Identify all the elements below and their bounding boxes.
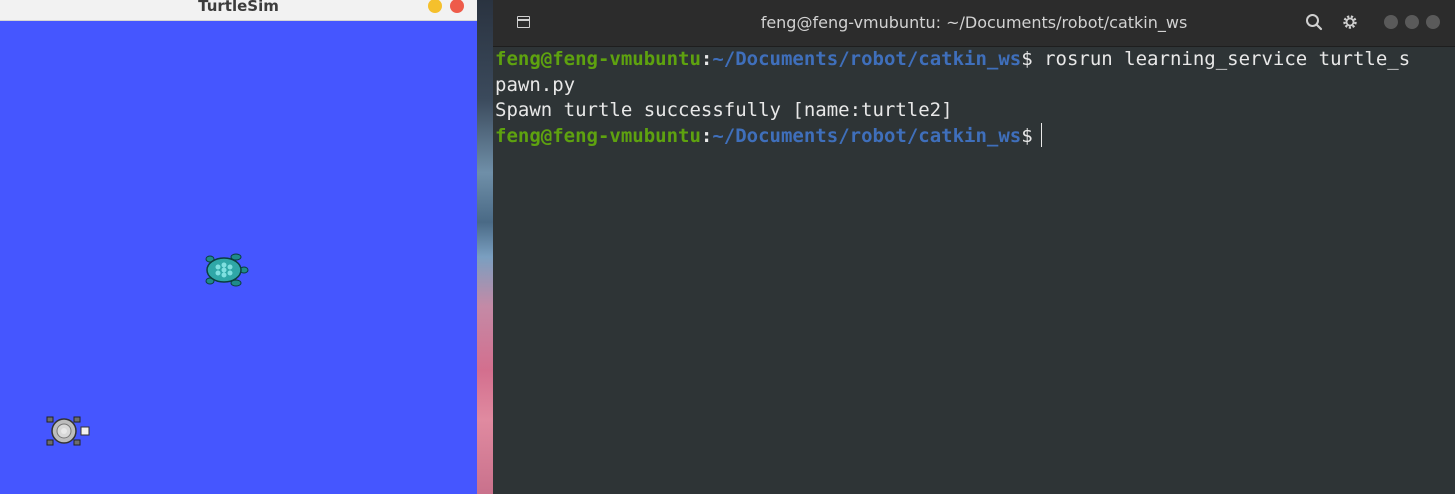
turtlesim-window: TurtleSim bbox=[0, 0, 477, 494]
prompt-dollar: $ bbox=[1021, 48, 1033, 70]
search-icon[interactable] bbox=[1304, 12, 1324, 32]
output-text: pawn.py bbox=[495, 73, 576, 96]
prompt-user: feng@feng-vmubuntu bbox=[495, 48, 701, 70]
prompt-dollar: $ bbox=[1021, 125, 1033, 147]
prompt-user: feng@feng-vmubuntu bbox=[495, 125, 701, 147]
text-cursor bbox=[1040, 122, 1043, 147]
terminal-output[interactable]: feng@feng-vmubuntu:~/Documents/robot/cat… bbox=[493, 47, 1455, 494]
prompt-colon: : bbox=[700, 125, 713, 147]
prompt-colon: : bbox=[700, 48, 713, 70]
close-button[interactable] bbox=[1426, 15, 1440, 29]
minimize-button[interactable] bbox=[1384, 15, 1398, 29]
prompt-path: ~/Documents/robot/catkin_ws bbox=[712, 125, 1022, 147]
turtle-teal-icon bbox=[205, 253, 249, 287]
terminal-line: Spawn turtle successfully [name:turtle2] bbox=[495, 98, 953, 124]
turtlesim-canvas bbox=[0, 21, 477, 494]
command-text: rosrun learning_service turtle_s bbox=[1032, 48, 1411, 70]
terminal-window: feng@feng-vmubuntu: ~/Documents/robot/ca… bbox=[493, 0, 1455, 494]
turtlesim-titlebar[interactable]: TurtleSim bbox=[0, 0, 477, 21]
maximize-button[interactable] bbox=[1405, 15, 1419, 29]
output-text: Spawn turtle successfully [name:turtle2] bbox=[495, 99, 953, 121]
desktop-wallpaper bbox=[477, 0, 493, 494]
turtlesim-title: TurtleSim bbox=[198, 0, 279, 15]
prompt-path: ~/Documents/robot/catkin_ws bbox=[712, 48, 1022, 70]
gear-icon[interactable] bbox=[1340, 12, 1360, 32]
terminal-headerbar[interactable]: feng@feng-vmubuntu: ~/Documents/robot/ca… bbox=[493, 0, 1455, 47]
turtle-gray-icon bbox=[46, 416, 90, 446]
terminal-line: feng@feng-vmubuntu:~/Documents/robot/cat… bbox=[495, 47, 1410, 73]
terminal-line: pawn.py bbox=[495, 73, 575, 99]
terminal-line: feng@feng-vmubuntu:~/Documents/robot/cat… bbox=[495, 122, 1043, 150]
